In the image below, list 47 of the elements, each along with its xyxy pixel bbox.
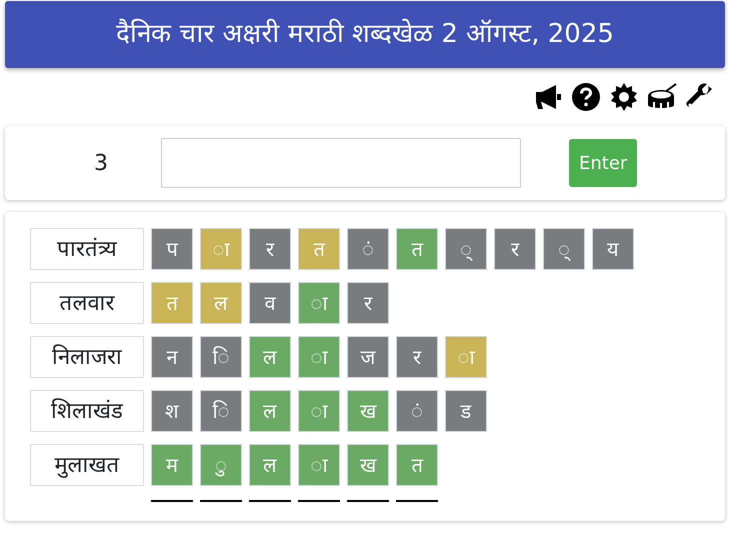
- letter-tile: ा: [200, 228, 242, 270]
- letter-tile: र: [249, 228, 291, 270]
- guess-word: मुलाखत: [30, 444, 144, 486]
- letter-tile: र: [347, 282, 389, 324]
- letter-tile: ा: [298, 282, 340, 324]
- letter-tile: ि: [200, 336, 242, 378]
- guess-count: 3: [93, 150, 109, 178]
- letter-tile: ा: [445, 336, 487, 378]
- guess-word: तलवार: [30, 282, 144, 324]
- letter-tile: ड: [445, 390, 487, 432]
- letter-tile: र: [396, 336, 438, 378]
- settings-icon[interactable]: [609, 82, 639, 112]
- letter-tile: ं: [396, 390, 438, 432]
- letter-tile: ज: [347, 336, 389, 378]
- letter-tile: ल: [249, 336, 291, 378]
- letter-tile: ख: [347, 390, 389, 432]
- letter-tile: ा: [298, 336, 340, 378]
- help-icon[interactable]: [571, 82, 601, 112]
- letter-tile: र: [494, 228, 536, 270]
- letter-tile: ि: [200, 390, 242, 432]
- enter-button[interactable]: Enter: [569, 139, 638, 187]
- letter-tile: त: [151, 282, 193, 324]
- letter-tile: ्: [543, 228, 585, 270]
- letter-tile: त: [298, 228, 340, 270]
- letter-tile: ं: [347, 228, 389, 270]
- letter-tile: ल: [249, 390, 291, 432]
- guess-word: निलाजरा: [30, 336, 144, 378]
- letter-tile: न: [151, 336, 193, 378]
- guess-word: शिलाखंड: [30, 390, 144, 432]
- letter-tile: त: [396, 444, 438, 486]
- letter-tile: ल: [249, 444, 291, 486]
- letter-tile: ा: [298, 390, 340, 432]
- letter-tile: व: [249, 282, 291, 324]
- letter-tile: ु: [200, 444, 242, 486]
- letter-tile: ल: [200, 282, 242, 324]
- page-title: दैनिक चार अक्षरी मराठी शब्दखेळ 2 ऑगस्ट, 2025: [116, 18, 614, 51]
- letter-tile: ्: [445, 228, 487, 270]
- guess-word: पारतंत्र्य: [30, 228, 144, 270]
- letter-tile: ख: [347, 444, 389, 486]
- letter-tile: श: [151, 390, 193, 432]
- letter-tile: ा: [298, 444, 340, 486]
- guess-input-field[interactable]: [161, 138, 521, 188]
- letter-tile: म: [151, 444, 193, 486]
- letter-tile: य: [592, 228, 634, 270]
- megaphone-icon[interactable]: [533, 82, 563, 112]
- letter-tile: त: [396, 228, 438, 270]
- letter-tile: प: [151, 228, 193, 270]
